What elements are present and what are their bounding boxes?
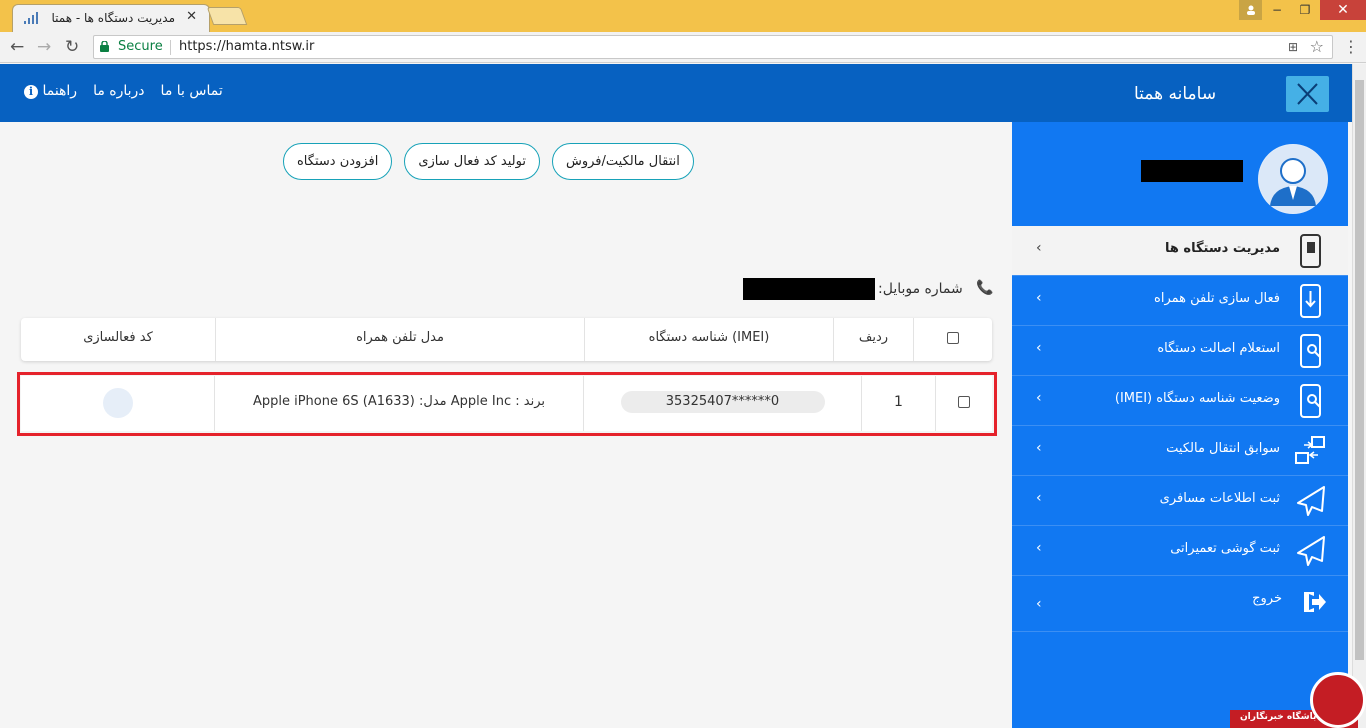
sidebar-item-repair-phone[interactable]: ‹ ثبت گوشی تعمیراتی: [1012, 526, 1348, 576]
header-links: i راهنما درباره ما تماس با ما: [24, 83, 223, 99]
sidebar-item-imei-status[interactable]: ‹ وضعیت شناسه دستگاه (IMEI): [1012, 376, 1348, 426]
help-link[interactable]: i راهنما: [24, 83, 77, 99]
app-header: i راهنما درباره ما تماس با ما سامانه همت…: [0, 64, 1352, 122]
chevron-left-icon: ‹: [1036, 596, 1042, 612]
add-device-button[interactable]: افزودن دستگاه: [283, 143, 393, 180]
header-model: مدل تلفن همراه: [215, 318, 584, 361]
minimize-button[interactable]: −: [1264, 0, 1290, 20]
contact-link[interactable]: تماس با ما: [161, 83, 223, 99]
sidebar-item-device-management[interactable]: ‹ مدیریت دستگاه ها: [1012, 226, 1348, 276]
phone-sim-icon: [1300, 234, 1321, 268]
chevron-left-icon: ‹: [1036, 290, 1042, 306]
about-link[interactable]: درباره ما: [93, 83, 144, 99]
select-all-checkbox[interactable]: [947, 331, 959, 344]
row-select-cell: [935, 376, 992, 431]
chevron-left-icon: ‹: [1036, 490, 1042, 506]
mobile-number-label: شماره موبایل:: [878, 281, 963, 297]
devices-table-header: ردیف شناسه دستگاه (IMEI) مدل تلفن همراه …: [21, 318, 992, 361]
user-avatar-icon: [1259, 145, 1327, 213]
chevron-left-icon: ‹: [1036, 390, 1042, 406]
header-imei: شناسه دستگاه (IMEI): [584, 318, 833, 361]
phone-search-icon: [1300, 334, 1321, 368]
tab-title: مدیریت دستگاه ها - همتا: [51, 11, 175, 25]
header-row-number: ردیف: [833, 318, 913, 361]
activation-code-cell: [21, 376, 214, 431]
sidebar-item-logout[interactable]: ‹ خروج: [1012, 576, 1348, 632]
imei-value: 35325407******0: [620, 391, 825, 413]
page-scrollbar[interactable]: [1352, 64, 1366, 728]
separator: [170, 40, 171, 55]
secure-label: Secure: [118, 39, 163, 54]
phone-download-icon: [1300, 284, 1321, 318]
chevron-left-icon: ‹: [1036, 340, 1042, 356]
close-icon: [1297, 83, 1318, 105]
signal-favicon-icon: [24, 12, 38, 24]
info-icon: i: [24, 85, 38, 99]
help-label: راهنما: [42, 83, 78, 99]
new-tab-button[interactable]: [206, 7, 248, 25]
transfer-icon: [1295, 436, 1325, 464]
sidebar-item-label: وضعیت شناسه دستگاه (IMEI): [1114, 391, 1280, 406]
select-all-cell: [913, 318, 992, 361]
sidebar-item-label: ثبت گوشی تعمیراتی: [1170, 541, 1280, 556]
address-bar[interactable]: Secure https://hamta.ntsw.ir ⊞ ☆: [93, 35, 1333, 59]
maximize-button[interactable]: ❐: [1292, 0, 1318, 20]
redacted-username: [1141, 160, 1243, 182]
row-checkbox[interactable]: [958, 395, 970, 408]
scroll-thumb[interactable]: [1355, 80, 1364, 660]
avatar: [1258, 144, 1328, 214]
sidebar-item-transfer-history[interactable]: ‹ سوابق انتقال مالکیت: [1012, 426, 1348, 476]
header-activation-code: کد فعالسازی: [83, 330, 153, 345]
row-number: 1: [861, 376, 935, 431]
action-buttons: افزودن دستگاه تولید کد فعال سازی انتقال …: [283, 143, 694, 180]
model-cell: برند : Apple Inc مدل: Apple iPhone 6S (A…: [214, 376, 583, 431]
sidebar-item-label: ثبت اطلاعات مسافری: [1159, 491, 1280, 506]
phone-icon: 📞: [976, 280, 994, 296]
sidebar-item-label: مدیریت دستگاه ها: [1165, 241, 1280, 256]
forward-icon[interactable]: →: [37, 37, 51, 57]
sidebar-item-travel-info[interactable]: ‹ ثبت اطلاعات مسافری: [1012, 476, 1348, 526]
sidebar-item-label: استعلام اصالت دستگاه: [1157, 341, 1280, 356]
activation-code-indicator: [102, 388, 133, 418]
window-close-button[interactable]: ✕: [1320, 0, 1366, 20]
phone-search-icon: [1300, 384, 1321, 418]
chevron-left-icon: ‹: [1036, 240, 1042, 256]
chevron-left-icon: ‹: [1036, 540, 1042, 556]
profile-section: [1012, 122, 1348, 226]
airplane-icon: [1297, 536, 1325, 566]
browser-menu-icon[interactable]: ⋮: [1343, 37, 1359, 56]
bookmark-star-icon[interactable]: ☆: [1310, 37, 1324, 56]
logout-icon: [1304, 592, 1326, 612]
sidebar-item-label: سوابق انتقال مالکیت: [1166, 441, 1280, 456]
watermark-logo: [1310, 672, 1366, 728]
transfer-ownership-button[interactable]: انتقال مالکیت/فروش: [551, 143, 694, 180]
sidebar-item-activation[interactable]: ‹ فعال سازی تلفن همراه: [1012, 276, 1348, 326]
watermark-text: باشگاه خبرنگاران: [1240, 712, 1317, 722]
generate-code-button[interactable]: تولید کد فعال سازی: [404, 143, 540, 180]
sidebar-item-label: فعال سازی تلفن همراه: [1154, 291, 1280, 306]
browser-tab[interactable]: مدیریت دستگاه ها - همتا ✕: [12, 4, 210, 32]
chevron-left-icon: ‹: [1036, 440, 1042, 456]
lock-icon: [100, 41, 109, 52]
browser-toolbar: ← → ↻ Secure https://hamta.ntsw.ir ⊞ ☆ ⋮: [0, 32, 1366, 63]
table-row[interactable]: 1 35325407******0 برند : Apple Inc مدل: …: [21, 376, 992, 431]
sidebar-item-label: خروج: [1252, 591, 1282, 606]
brand-title: سامانه همتا: [1134, 84, 1217, 104]
profile-icon[interactable]: [1239, 0, 1262, 20]
reload-icon[interactable]: ↻: [65, 37, 79, 57]
back-icon[interactable]: ←: [10, 37, 24, 57]
sidebar-toggle-button[interactable]: [1286, 76, 1329, 112]
redacted-phone-number: [743, 278, 875, 300]
imei-cell: 35325407******0: [583, 376, 861, 431]
sidebar: ‹ مدیریت دستگاه ها ‹ فعال سازی تلفن همرا…: [1012, 122, 1348, 728]
tab-close-icon[interactable]: ✕: [186, 9, 197, 24]
sidebar-item-authenticity[interactable]: ‹ استعلام اصالت دستگاه: [1012, 326, 1348, 376]
airplane-icon: [1297, 486, 1325, 516]
url-text[interactable]: https://hamta.ntsw.ir: [179, 39, 314, 54]
translate-icon[interactable]: ⊞: [1288, 40, 1298, 54]
browser-tabstrip: مدیریت دستگاه ها - همتا ✕ − ❐ ✕: [0, 0, 1366, 32]
